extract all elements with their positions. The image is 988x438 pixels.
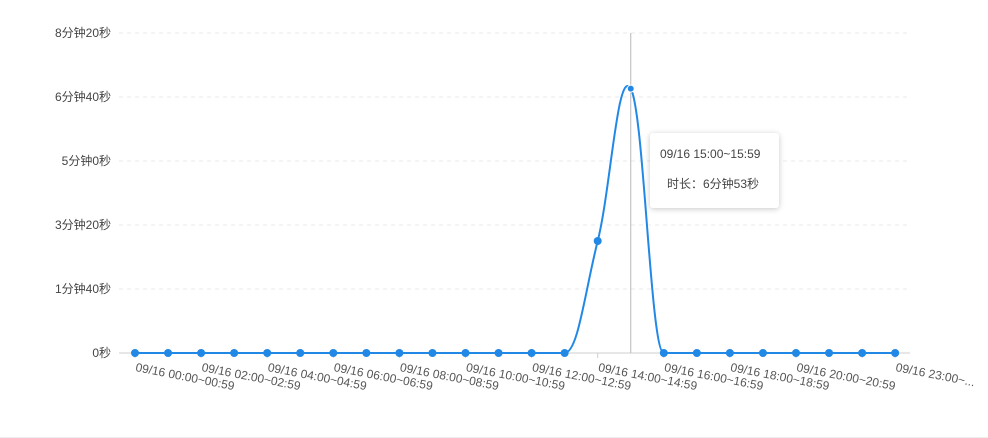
data-point[interactable] — [494, 349, 503, 357]
data-point[interactable] — [758, 349, 767, 357]
tooltip-duration: 时长：6分钟53秒 — [667, 177, 760, 191]
data-point[interactable] — [164, 349, 173, 357]
data-point[interactable] — [891, 349, 900, 357]
data-point[interactable] — [725, 349, 734, 357]
y-tick-label: 1分钟40秒 — [55, 281, 111, 296]
y-tick-label: 0秒 — [92, 346, 111, 360]
data-point[interactable] — [593, 237, 602, 245]
data-point[interactable] — [659, 349, 668, 357]
data-point[interactable] — [263, 349, 272, 357]
data-point[interactable] — [329, 349, 338, 357]
data-point[interactable] — [428, 349, 437, 357]
data-point[interactable] — [858, 349, 867, 357]
data-point[interactable] — [461, 349, 470, 357]
data-point[interactable] — [131, 349, 139, 357]
data-point[interactable] — [692, 349, 701, 357]
data-points[interactable] — [131, 84, 900, 357]
duration-line-chart: 0秒 1分钟40秒 3分钟20秒 5分钟0秒 6分钟40秒 8分钟20秒 09/16 00… — [0, 0, 988, 438]
tooltip: 09/16 15:00~15:59 时长：6分钟53秒 — [650, 133, 779, 208]
chart-canvas: 0秒 1分钟40秒 3分钟20秒 5分钟0秒 6分钟40秒 8分钟20秒 09/16 00… — [55, 25, 976, 393]
data-point[interactable] — [825, 349, 834, 357]
x-axis-tick-labels: 09/16 00:00~00:5909/16 02:00~02:5909/16 … — [134, 360, 976, 393]
data-point[interactable] — [560, 349, 569, 357]
grid-lines — [119, 32, 910, 290]
y-axis-tick-labels: 0秒 1分钟40秒 3分钟20秒 5分钟0秒 6分钟40秒 8分钟20秒 — [55, 25, 111, 360]
series-line — [135, 85, 896, 354]
x-tick-label: 09/16 23:00~... — [895, 360, 977, 389]
data-point[interactable] — [296, 349, 305, 357]
data-point[interactable] — [197, 349, 206, 357]
data-point[interactable] — [626, 84, 635, 93]
tooltip-title: 09/16 15:00~15:59 — [660, 147, 761, 161]
data-point[interactable] — [230, 349, 239, 357]
y-tick-label: 3分钟20秒 — [55, 217, 111, 232]
data-point[interactable] — [362, 349, 371, 357]
y-tick-label: 5分钟0秒 — [62, 153, 111, 168]
data-point[interactable] — [527, 349, 536, 357]
data-point[interactable] — [395, 349, 404, 357]
series-line-path — [135, 85, 896, 354]
y-tick-label: 8分钟20秒 — [55, 25, 111, 40]
data-point[interactable] — [792, 349, 800, 357]
y-tick-label: 6分钟40秒 — [55, 89, 111, 104]
